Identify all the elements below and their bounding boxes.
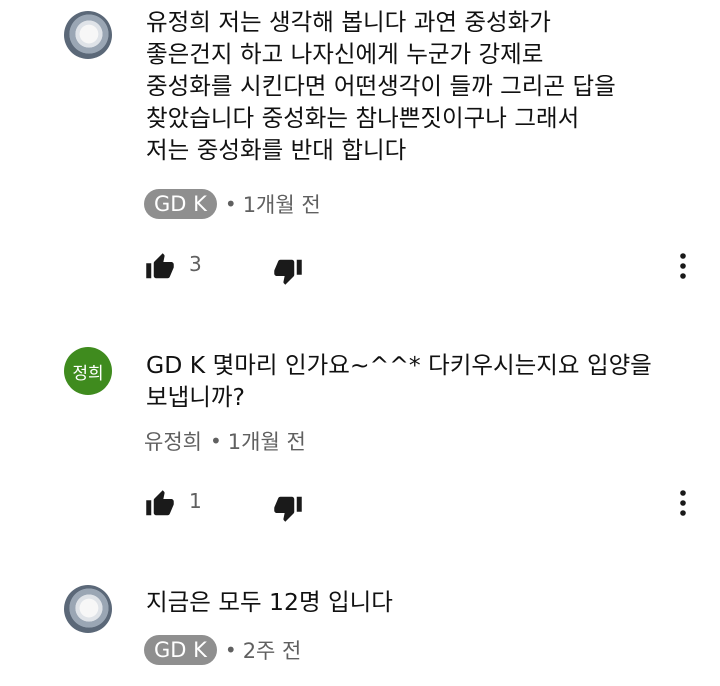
like-count: 3 bbox=[189, 252, 202, 276]
comment-actions: 1 bbox=[0, 485, 720, 525]
comment-text: 지금은 모두 12명 입니다 bbox=[146, 588, 393, 616]
thumbs-up-icon[interactable] bbox=[144, 252, 176, 282]
comment-text: 유정희 저는 생각해 봅니다 과연 중성화가 좋은건지 하고 나자신에게 누군가… bbox=[146, 8, 616, 164]
meta-separator: • bbox=[209, 429, 222, 453]
avatar[interactable]: 정희 bbox=[64, 347, 112, 395]
comment-time[interactable]: 2주 전 bbox=[243, 635, 302, 665]
comment-actions: 3 bbox=[0, 248, 720, 288]
comment-meta: 유정희 • 1개월 전 bbox=[144, 426, 306, 456]
comment-time[interactable]: 1개월 전 bbox=[228, 426, 306, 456]
avatar[interactable] bbox=[64, 585, 112, 633]
comment-meta: GD K • 2주 전 bbox=[144, 635, 301, 665]
thumbs-down-icon[interactable] bbox=[272, 256, 304, 286]
like-count: 1 bbox=[189, 489, 202, 513]
author-chip[interactable]: GD K bbox=[144, 189, 217, 219]
thumbs-up-icon[interactable] bbox=[144, 489, 176, 519]
avatar-initials: 정희 bbox=[72, 363, 104, 384]
avatar[interactable] bbox=[64, 11, 112, 59]
meta-separator: • bbox=[224, 638, 237, 662]
reply-to-author[interactable]: 유정희 bbox=[144, 426, 202, 456]
comment-time[interactable]: 1개월 전 bbox=[243, 189, 321, 219]
thumbs-down-icon[interactable] bbox=[272, 493, 304, 523]
author-chip[interactable]: GD K bbox=[144, 635, 217, 665]
meta-separator: • bbox=[224, 192, 237, 216]
comment-meta: GD K • 1개월 전 bbox=[144, 189, 321, 219]
more-vertical-icon[interactable] bbox=[676, 487, 690, 519]
comment-text: GD K 몇마리 인가요~^^* 다키우시는지요 입양을 보냅니까? bbox=[146, 351, 652, 411]
more-vertical-icon[interactable] bbox=[676, 250, 690, 282]
